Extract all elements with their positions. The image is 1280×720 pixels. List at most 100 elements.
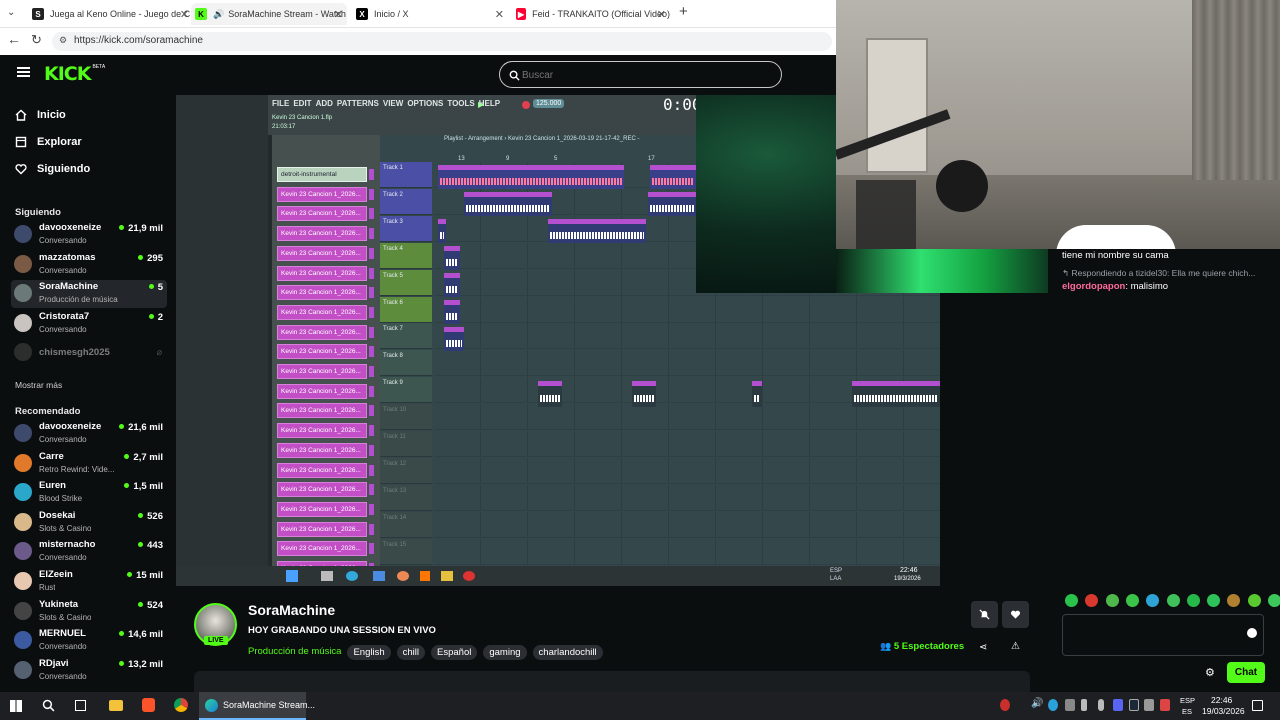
live-badge: LIVE [204, 636, 228, 645]
emote-icon[interactable] [1186, 594, 1200, 607]
notifications-button[interactable] [971, 601, 998, 628]
usb-icon[interactable] [1081, 699, 1087, 711]
nav-siguiendo[interactable]: Siguiendo [15, 163, 90, 175]
search-icon[interactable] [42, 699, 55, 712]
chrome-icon[interactable] [174, 698, 188, 712]
tab-list-chevron-icon[interactable]: ⌄ [7, 7, 15, 18]
close-icon[interactable]: ✕ [495, 8, 504, 21]
telegram-icon[interactable] [1048, 699, 1058, 711]
emote-icon[interactable] [1125, 594, 1139, 607]
daw-project-name: Kevin 23 Cancion 1.flp [272, 115, 333, 121]
taskbar-lang[interactable]: ESP [1180, 696, 1195, 705]
tab-soramachine[interactable]: K 🔊 SoraMachine Stream - Watch ✕ [191, 3, 347, 25]
task-view-icon[interactable] [75, 700, 86, 711]
hamburger-menu-icon[interactable] [17, 67, 30, 77]
daw-play-icon[interactable]: ▶ [478, 100, 484, 109]
share-icon[interactable]: ⋖ [979, 642, 987, 653]
emote-icon[interactable] [1207, 594, 1221, 607]
channel-item[interactable]: SoraMachine Producción de música 5 [11, 280, 167, 309]
close-icon[interactable]: ✕ [180, 8, 189, 21]
windows-start-icon[interactable] [10, 700, 22, 712]
search-input[interactable] [522, 67, 762, 83]
channel-item[interactable]: davooxeneize Conversando 21,9 mil [11, 221, 167, 249]
audio-clip [650, 165, 696, 189]
nav-inicio[interactable]: Inicio [15, 109, 66, 121]
search-icon [509, 70, 520, 81]
channel-item[interactable]: Cristorata7 Conversando 2 [11, 310, 167, 338]
viewer-count: 524 [138, 600, 163, 611]
chat-settings-gear-icon[interactable]: ⚙ [1205, 666, 1215, 679]
track-header: Track 14 [380, 511, 432, 538]
stream-tag[interactable]: gaming [483, 645, 527, 660]
tray-icon[interactable] [1160, 699, 1170, 711]
brave-icon[interactable] [142, 698, 155, 712]
channel-item[interactable]: mazzatomas Conversando 295 [11, 251, 167, 279]
channel-item[interactable]: MERNUEL Conversando 14,6 mil [11, 627, 167, 655]
channel-item[interactable]: RDjavi Conversando 13,2 mil [11, 657, 167, 685]
reload-icon[interactable]: ↻ [31, 32, 42, 48]
emote-icon[interactable] [1105, 594, 1119, 607]
channel-avatar [14, 601, 32, 620]
category-link[interactable]: Producción de música [248, 646, 341, 657]
channel-item[interactable]: misternacho Conversando 443 [11, 538, 167, 566]
nav-explorar[interactable]: Explorar [15, 136, 82, 148]
taskbar-lang2[interactable]: ES [1182, 707, 1192, 716]
channel-item[interactable]: Dosekai Slots & Casino 526 [11, 509, 167, 537]
url-field[interactable]: ⚙ https://kick.com/soramachine [52, 32, 832, 51]
search-box[interactable] [499, 61, 782, 88]
chat-username[interactable]: elgordopapon [1062, 281, 1125, 292]
tray-icon[interactable] [1144, 699, 1154, 711]
emoji-picker-icon[interactable] [1247, 628, 1257, 638]
streamer-name[interactable]: SoraMachine [248, 602, 335, 618]
channel-led [369, 523, 374, 535]
close-icon[interactable]: ✕ [334, 8, 343, 21]
speaker-icon[interactable]: 🔊 [1031, 698, 1043, 709]
stream-tag[interactable]: chill [396, 645, 426, 660]
taskbar-date[interactable]: 19/03/2026 [1202, 706, 1245, 716]
taskbar-edge-app[interactable]: SoraMachine Stream... [199, 692, 315, 720]
tray-icon[interactable] [1000, 699, 1010, 711]
tray-icon[interactable] [1065, 699, 1075, 711]
notification-icon[interactable] [1252, 700, 1263, 711]
speaker-icon[interactable]: 🔊 [213, 9, 224, 20]
file-explorer-icon[interactable] [109, 700, 123, 711]
channel-led [369, 366, 374, 377]
follow-button[interactable] [1002, 601, 1029, 628]
channel-item[interactable]: ElZeein Rust 15 mil [11, 568, 167, 596]
kick-logo[interactable]: KICK BETA [44, 63, 105, 85]
daw-record-icon[interactable] [522, 101, 530, 109]
site-info-icon[interactable]: ⚙ [59, 35, 67, 46]
tab-x[interactable]: X Inicio / X ✕ [352, 3, 508, 25]
channel-avatar [14, 343, 32, 362]
channel-item[interactable]: davooxeneize Conversando 21,6 mil [11, 420, 167, 448]
emote-icon[interactable] [1166, 594, 1180, 607]
channel-item[interactable]: chismesgh2025 ⌀ [11, 339, 167, 367]
microphone-icon[interactable] [1098, 699, 1104, 711]
tab-youtube[interactable]: ▶ Feid - TRANKAITO (Official Video) ✕ [512, 3, 670, 25]
stream-tag[interactable]: English [347, 645, 391, 660]
channel-led [369, 188, 374, 200]
chat-send-button[interactable]: Chat [1227, 662, 1265, 683]
channel-item[interactable]: Carre Retro Rewind: Vide... 2,7 mil [11, 450, 167, 478]
emote-icon[interactable] [1268, 594, 1280, 607]
stream-tag[interactable]: Español [431, 645, 478, 660]
steam-icon[interactable] [1129, 699, 1139, 711]
emote-icon[interactable] [1247, 594, 1261, 607]
close-icon[interactable]: ✕ [657, 8, 666, 21]
tab-keno[interactable]: S Juega al Keno Online - Juego de C ✕ [28, 3, 193, 25]
show-more-link[interactable]: Mostrar más [15, 380, 62, 390]
channel-item[interactable]: Euren Blood Strike 1,5 mil [11, 479, 167, 507]
track-label: Track 1 [383, 165, 403, 171]
taskbar-app-icon [441, 571, 453, 581]
stream-tag[interactable]: charlandochill [532, 645, 603, 660]
chat-input[interactable] [1062, 614, 1264, 656]
back-arrow-icon[interactable]: ← [7, 31, 21, 47]
category-and-tags: Producción de música English chill Español… [248, 642, 609, 660]
discord-icon[interactable] [1113, 699, 1123, 711]
stream-info: LIVE SoraMachine HOY GRABANDO UNA SESSIO… [176, 586, 1048, 692]
channel-item[interactable]: Yukineta Slots & Casino 524 [11, 598, 167, 626]
plus-icon[interactable]: + [679, 3, 688, 20]
taskbar-time[interactable]: 22:46 [1211, 695, 1232, 705]
emote-icon[interactable] [1065, 594, 1078, 607]
report-warning-icon[interactable]: ⚠ [1011, 641, 1020, 652]
